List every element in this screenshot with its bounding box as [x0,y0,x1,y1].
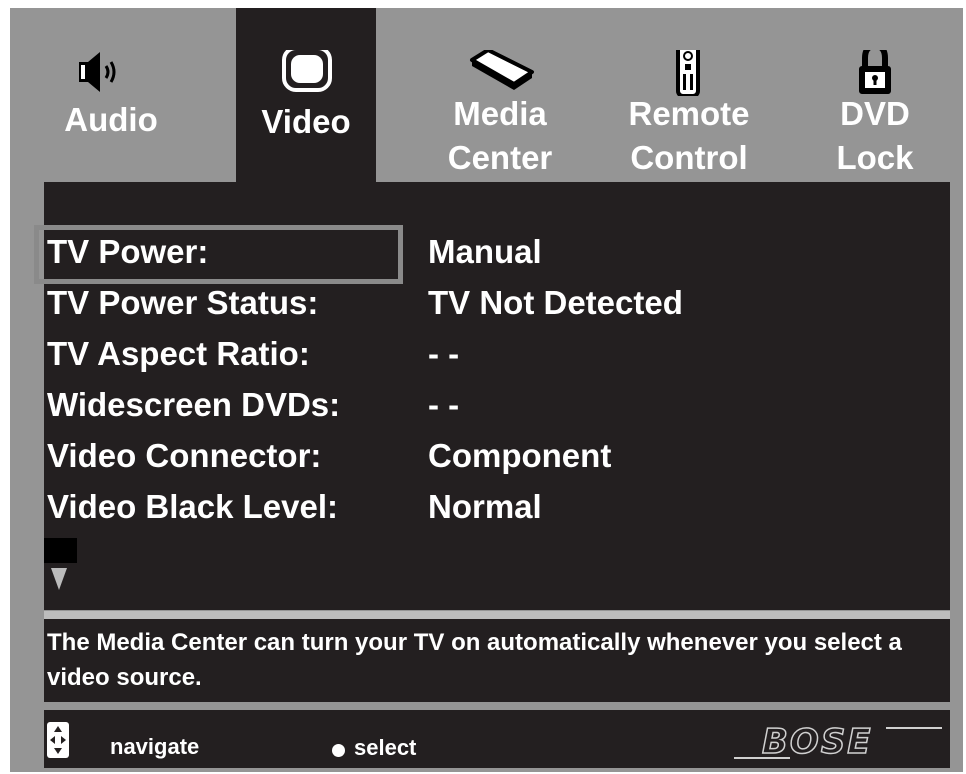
select-label: select [354,735,417,760]
remote-icon [614,40,764,98]
setting-value: Manual [428,233,542,270]
settings-panel: TV Power: Manual TV Power Status: TV Not… [34,182,950,610]
scroll-indicator [44,538,77,563]
tab-dvd-lock-label: DVD Lock [836,95,914,176]
tab-audio-label: Audio [64,101,158,138]
speaker-icon [46,50,176,96]
setting-label: Video Black Level: [47,488,339,525]
setting-value: - - [428,335,460,372]
tab-video[interactable]: Video [236,8,376,183]
setting-label: TV Power Status: [47,284,319,321]
tab-media-center[interactable]: Media Center [430,8,570,183]
tab-dvd-lock[interactable]: DVD Lock [815,8,935,183]
navigate-label: navigate [110,734,200,759]
lock-icon [815,42,935,96]
tab-video-label: Video [261,103,351,140]
help-text: The Media Center can turn your TV on aut… [44,619,950,702]
scroll-down-arrow-icon[interactable] [51,568,67,590]
select-dot-icon [332,744,345,757]
setting-value: Normal [428,488,542,525]
setting-label: TV Aspect Ratio: [47,335,310,372]
footer-bar: navigate select BOSE [44,710,950,768]
menu-frame: Audio Video Media Center Remote Control … [10,8,963,772]
setting-label: Widescreen DVDs: [47,386,341,423]
bose-logo: BOSE [761,721,873,763]
media-center-icon [430,48,570,96]
setting-label: Video Connector: [47,437,322,474]
tab-media-center-label: Media Center [447,95,553,176]
navigate-pad-icon [47,722,73,758]
tv-icon [236,46,376,96]
tab-remote-control-label: Remote Control [628,95,750,176]
tab-audio[interactable]: Audio [46,8,176,183]
setting-label: TV Power: [47,233,209,270]
panel-divider [44,611,950,619]
logo-stripe [886,727,942,729]
setting-value: TV Not Detected [428,284,683,321]
setting-value: - - [428,386,460,423]
setting-value: Component [428,437,612,474]
tab-remote-control[interactable]: Remote Control [614,8,764,183]
